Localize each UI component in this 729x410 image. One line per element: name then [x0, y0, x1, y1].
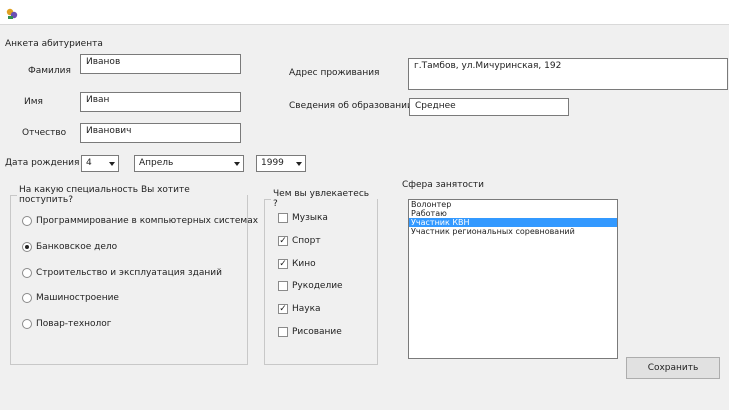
hobbies-group-title: Чем вы увлекаетесь ? [273, 189, 370, 209]
app-icon [6, 8, 18, 19]
chevron-down-icon [296, 162, 302, 166]
checkbox[interactable] [278, 281, 288, 291]
hobby-label: Наука [292, 304, 321, 314]
checkbox[interactable] [278, 327, 288, 337]
hobby-label: Спорт [292, 236, 321, 246]
list-item[interactable]: Волонтер [409, 200, 617, 209]
title-bar [0, 0, 729, 25]
birth-year-select[interactable]: 1999 [256, 155, 306, 172]
hobby-label: Музыка [292, 213, 328, 223]
employment-listbox[interactable]: Волонтер Работаю Участник КВН Участник р… [408, 199, 618, 359]
birth-month-select[interactable]: Апрель [134, 155, 244, 172]
list-item[interactable]: Участник региональных соревнований [409, 227, 617, 236]
specialty-option-label: Программирование в компьютерных системах [36, 216, 259, 226]
hobby-label: Рукоделие [292, 281, 343, 291]
chevron-down-icon [109, 162, 115, 166]
checkbox[interactable]: ✓ [278, 236, 288, 246]
birth-month-value: Апрель [139, 158, 174, 168]
employment-label: Сфера занятости [402, 180, 484, 190]
radio-button[interactable] [22, 268, 32, 278]
form-title: Анкета абитуриента [5, 39, 103, 49]
surname-label: Фамилия [28, 66, 71, 76]
birth-day-value: 4 [86, 158, 92, 168]
surname-field[interactable]: Иванов [80, 54, 241, 74]
chevron-down-icon [234, 162, 240, 166]
list-item[interactable]: Участник КВН [409, 218, 617, 227]
radio-button[interactable] [22, 319, 32, 329]
list-item[interactable]: Работаю [409, 209, 617, 218]
name-field[interactable]: Иван [80, 92, 241, 112]
applicant-form: Анкета абитуриента Фамилия Иванов Имя Ив… [0, 25, 729, 410]
specialty-option-label: Повар-технолог [36, 319, 112, 329]
checkbox[interactable]: ✓ [278, 259, 288, 269]
birth-label: Дата рождения [5, 158, 80, 168]
education-field[interactable]: Среднее [409, 98, 569, 116]
radio-button[interactable] [22, 293, 32, 303]
birth-year-value: 1999 [261, 158, 284, 168]
radio-button[interactable] [22, 216, 32, 226]
checkbox[interactable] [278, 213, 288, 223]
address-field[interactable]: г.Тамбов, ул.Мичуринская, 192 [408, 58, 728, 90]
specialty-option-label: Банковское дело [36, 242, 118, 252]
hobby-label: Кино [292, 259, 316, 269]
checkbox[interactable]: ✓ [278, 304, 288, 314]
save-button[interactable]: Сохранить [626, 357, 720, 379]
name-label: Имя [24, 97, 43, 107]
specialty-option-label: Строительство и эксплуатация зданий [36, 268, 222, 278]
specialty-group-title: На какую специальность Вы хотите поступи… [19, 185, 190, 205]
birth-day-select[interactable]: 4 [81, 155, 119, 172]
hobby-label: Рисование [292, 327, 342, 337]
specialty-option-label: Машиностроение [36, 293, 119, 303]
patronymic-field[interactable]: Иванович [80, 123, 241, 143]
patronymic-label: Отчество [22, 128, 67, 138]
radio-button[interactable] [22, 242, 32, 252]
address-label: Адрес проживания [289, 68, 380, 78]
education-label: Сведения об образовании [289, 101, 413, 111]
